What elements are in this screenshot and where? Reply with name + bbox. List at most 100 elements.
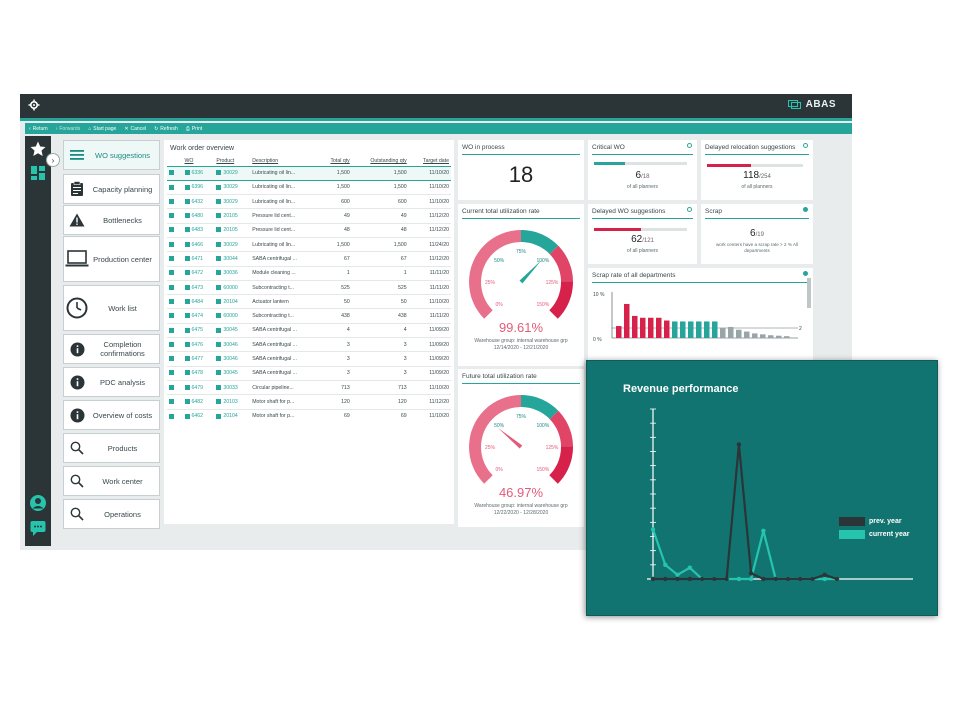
- edit-icon[interactable]: [169, 327, 174, 333]
- edit-icon[interactable]: [184, 384, 190, 390]
- table-row[interactable]: 6396 30029 Lubricating oil lin... 1,500 1,50…: [167, 179, 451, 195]
- cell-product[interactable]: 30045: [214, 322, 251, 338]
- cell-wo[interactable]: 6432: [182, 194, 215, 209]
- row-select-cell[interactable]: [167, 379, 183, 395]
- nav-item-completion-confirmations[interactable]: Completion confirmations: [63, 334, 160, 364]
- cell-wo[interactable]: 6480: [182, 208, 215, 224]
- table-row[interactable]: 6477 30046 SABA centrifugal ... 3 3 11/09/20: [167, 351, 451, 367]
- cell-product[interactable]: 30033: [214, 379, 251, 395]
- edit-icon[interactable]: [184, 284, 190, 290]
- edit-icon[interactable]: [184, 170, 190, 176]
- cell-wo[interactable]: 6471: [182, 251, 215, 267]
- edit-icon[interactable]: [216, 370, 222, 376]
- row-select-cell[interactable]: [167, 194, 183, 209]
- edit-icon[interactable]: [169, 384, 174, 390]
- cell-product[interactable]: 30029: [214, 236, 251, 252]
- row-select-cell[interactable]: [167, 337, 183, 352]
- delayed-wo-card[interactable]: Delayed WO suggestions 62/121 of all pla…: [588, 204, 697, 264]
- row-select-cell[interactable]: [167, 165, 183, 181]
- column-header-total-qty[interactable]: Total qty: [319, 157, 352, 166]
- row-select-cell[interactable]: [167, 222, 183, 238]
- cell-product[interactable]: 20103: [214, 394, 251, 410]
- cell-wo[interactable]: 6396: [182, 179, 215, 195]
- cell-wo[interactable]: 6466: [182, 236, 215, 252]
- table-row[interactable]: 6479 30033 Circular pipeline... 713 713 11/10…: [167, 379, 451, 395]
- cell-wo[interactable]: 6477: [182, 351, 215, 367]
- edit-icon[interactable]: [216, 413, 222, 419]
- row-select-cell[interactable]: [167, 294, 183, 309]
- forwards-button[interactable]: › Forwards: [56, 126, 81, 132]
- row-select-cell[interactable]: [167, 236, 183, 252]
- print-button[interactable]: ⎙ Print: [186, 126, 202, 132]
- row-select-cell[interactable]: [167, 179, 183, 195]
- edit-icon[interactable]: [216, 170, 222, 176]
- nav-item-production-center[interactable]: Production center: [63, 236, 160, 282]
- nav-item-work-center[interactable]: Work center: [63, 466, 160, 496]
- edit-icon[interactable]: [169, 370, 174, 376]
- edit-icon[interactable]: [184, 184, 190, 190]
- edit-icon[interactable]: [216, 241, 222, 247]
- cell-product[interactable]: 20105: [214, 222, 251, 238]
- table-row[interactable]: 6462 20104 Motor shaft for p... 69 69 11/10/2…: [167, 408, 451, 424]
- edit-icon[interactable]: [169, 227, 174, 233]
- edit-icon[interactable]: [169, 356, 174, 362]
- column-header-outstanding-qty[interactable]: Outstanding qty: [352, 157, 409, 166]
- cell-product[interactable]: 30046: [214, 351, 251, 367]
- row-select-cell[interactable]: [167, 365, 183, 381]
- edit-icon[interactable]: [216, 184, 222, 190]
- table-row[interactable]: 6474 60000 Subcontracting t... 438 438 11/11/…: [167, 308, 451, 324]
- nav-item-pdc-analysis[interactable]: PDC analysis: [63, 367, 160, 397]
- nav-item-work-list[interactable]: Work list: [63, 285, 160, 331]
- column-header-wo[interactable]: WO: [183, 157, 215, 166]
- row-select-cell[interactable]: [167, 322, 183, 338]
- collapse-nav-button[interactable]: ›: [46, 153, 60, 167]
- cell-product[interactable]: 30036: [214, 265, 251, 281]
- table-row[interactable]: 6336 30029 Lubricating oil lin... 1,500 1,50…: [167, 165, 451, 181]
- cell-product[interactable]: 30044: [214, 251, 251, 267]
- cell-product[interactable]: 20104: [214, 294, 251, 309]
- edit-icon[interactable]: [216, 270, 222, 276]
- user-icon[interactable]: [29, 494, 47, 512]
- edit-icon[interactable]: [184, 356, 190, 362]
- row-select-cell[interactable]: [167, 208, 183, 224]
- nav-item-bottlenecks[interactable]: Bottlenecks: [63, 205, 160, 235]
- edit-icon[interactable]: [169, 313, 174, 319]
- cell-product[interactable]: 60000: [214, 279, 251, 295]
- table-row[interactable]: 6473 60000 Subcontracting t... 525 525 11/11/…: [167, 279, 451, 295]
- edit-icon[interactable]: [184, 298, 190, 304]
- column-header-product[interactable]: Product: [214, 157, 250, 166]
- cell-wo[interactable]: 6336: [182, 165, 215, 181]
- edit-icon[interactable]: [184, 370, 190, 376]
- table-row[interactable]: 6483 20105 Pressure lid cent... 48 48 11/12/2…: [167, 222, 451, 238]
- refresh-button[interactable]: ↻ Refresh: [154, 126, 178, 132]
- edit-icon[interactable]: [184, 413, 190, 419]
- edit-icon[interactable]: [216, 198, 222, 204]
- cell-wo[interactable]: 6473: [182, 279, 215, 295]
- edit-icon[interactable]: [216, 341, 222, 347]
- column-header-target-date[interactable]: Target date: [409, 157, 451, 166]
- wo-in-process-card[interactable]: WO in process 18: [458, 140, 584, 200]
- nav-item-overview-of-costs[interactable]: Overview of costs: [63, 400, 160, 430]
- row-select-cell[interactable]: [167, 265, 183, 281]
- table-row[interactable]: 6482 20103 Motor shaft for p... 120 120 11/12…: [167, 394, 451, 410]
- edit-icon[interactable]: [184, 341, 190, 347]
- row-select-cell[interactable]: [167, 279, 183, 295]
- edit-icon[interactable]: [169, 170, 174, 176]
- star-icon[interactable]: [29, 140, 47, 158]
- nav-item-operations[interactable]: Operations: [63, 499, 160, 529]
- edit-icon[interactable]: [169, 241, 174, 247]
- edit-icon[interactable]: [184, 270, 190, 276]
- edit-icon[interactable]: [216, 327, 222, 333]
- cell-wo[interactable]: 6484: [182, 294, 215, 309]
- row-select-cell[interactable]: [167, 351, 183, 367]
- edit-icon[interactable]: [216, 213, 222, 219]
- edit-icon[interactable]: [184, 327, 190, 333]
- cell-product[interactable]: 20104: [214, 408, 251, 424]
- edit-icon[interactable]: [169, 213, 174, 219]
- edit-icon[interactable]: [169, 284, 174, 290]
- edit-icon[interactable]: [169, 256, 174, 262]
- delayed-relocation-card[interactable]: Delayed relocation suggestions 118/254 o…: [701, 140, 813, 200]
- cell-wo[interactable]: 6479: [182, 379, 215, 395]
- cell-wo[interactable]: 6472: [182, 265, 215, 281]
- nav-item-wo-suggestions[interactable]: WO suggestions: [63, 140, 160, 170]
